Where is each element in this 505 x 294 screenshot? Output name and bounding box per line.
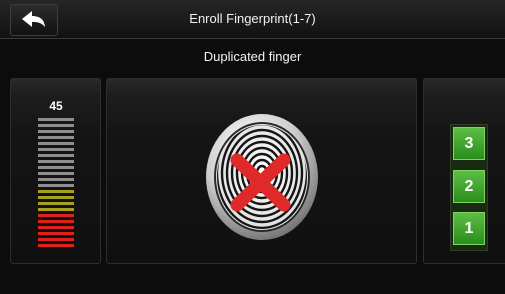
quality-meter-bar bbox=[38, 148, 74, 151]
quality-meter-bar bbox=[38, 214, 74, 217]
fingerprint-badge bbox=[206, 114, 318, 240]
quality-meter-bar bbox=[38, 226, 74, 229]
page-title: Enroll Fingerprint(1-7) bbox=[189, 11, 316, 26]
quality-meter-bar bbox=[38, 232, 74, 235]
quality-meter bbox=[38, 118, 74, 247]
quality-meter-bar bbox=[38, 244, 74, 247]
quality-meter-bar bbox=[38, 208, 74, 211]
quality-meter-bar bbox=[38, 136, 74, 139]
quality-meter-bar bbox=[38, 220, 74, 223]
quality-meter-bar bbox=[38, 154, 74, 157]
press-count-1: 1 bbox=[453, 212, 485, 245]
quality-meter-bar bbox=[38, 166, 74, 169]
press-count-2: 2 bbox=[453, 170, 485, 203]
quality-meter-bar bbox=[38, 190, 74, 193]
quality-meter-bar bbox=[38, 238, 74, 241]
quality-meter-bar bbox=[38, 130, 74, 133]
quality-meter-bar bbox=[38, 160, 74, 163]
quality-meter-bar bbox=[38, 118, 74, 121]
quality-meter-bar bbox=[38, 202, 74, 205]
press-count-3: 3 bbox=[453, 127, 485, 160]
quality-meter-bar bbox=[38, 172, 74, 175]
quality-meter-bar bbox=[38, 184, 74, 187]
quality-value: 45 bbox=[49, 99, 63, 113]
quality-meter-bar bbox=[38, 178, 74, 181]
quality-meter-bar bbox=[38, 142, 74, 145]
press-count-indicator: 3 2 1 bbox=[450, 124, 488, 251]
quality-meter-bar bbox=[38, 124, 74, 127]
title-bar: Enroll Fingerprint(1-7) bbox=[0, 0, 505, 39]
status-message: Duplicated finger bbox=[0, 39, 505, 73]
quality-meter-bar bbox=[38, 196, 74, 199]
